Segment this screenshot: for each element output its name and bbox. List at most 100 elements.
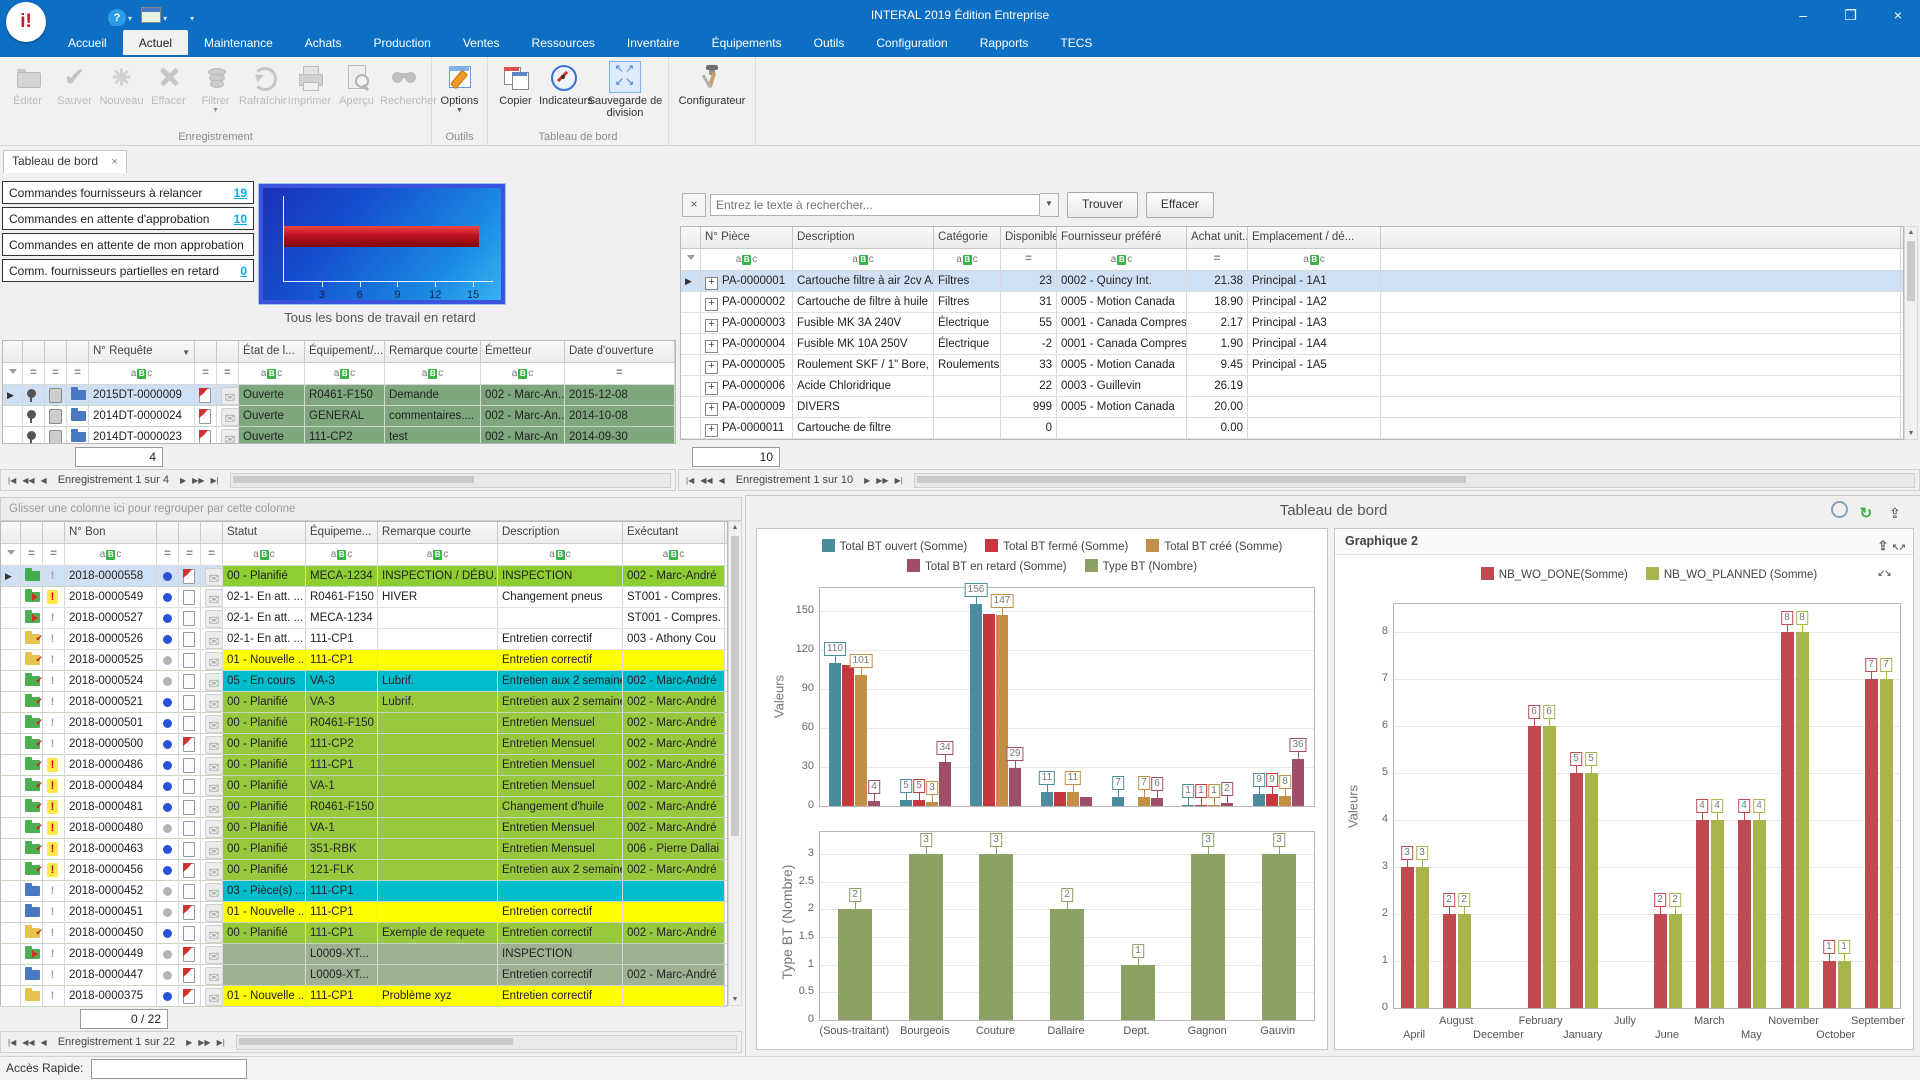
workorder-number[interactable]: 2018-0000526 <box>65 629 157 649</box>
cell[interactable] <box>1381 376 1901 396</box>
row-indicator[interactable] <box>1 629 21 649</box>
workorder-status[interactable]: 00 - Planifié <box>223 860 306 880</box>
column-header[interactable] <box>23 341 45 362</box>
part-description[interactable]: Roulement SKF / 1" Bore, B... <box>793 355 934 375</box>
nav-button[interactable]: ◀◀ <box>700 476 712 485</box>
workorder-number[interactable]: 2018-0000452 <box>65 881 157 901</box>
cell[interactable]: ! <box>43 818 65 838</box>
part-location[interactable]: Principal - 1A3 <box>1248 313 1381 333</box>
workorder-status[interactable]: 01 - Nouvelle ... <box>223 902 306 922</box>
table-row[interactable]: +PA-0000004Fusible MK 10A 250VÉlectrique… <box>681 334 1903 355</box>
nav-button[interactable]: ▶ <box>864 476 870 485</box>
workorder-status[interactable] <box>223 965 306 985</box>
filter-cell[interactable]: = <box>23 363 45 384</box>
ribbon-button-configurateur[interactable]: Configurateur <box>673 59 751 126</box>
row-indicator[interactable] <box>681 355 701 375</box>
row-indicator[interactable] <box>1 587 21 607</box>
column-header[interactable]: Exécutant <box>623 522 725 543</box>
row-indicator[interactable] <box>1 902 21 922</box>
part-category[interactable]: Roulements <box>934 355 1001 375</box>
table-row[interactable]: !2018-0000450✉00 - Planifié111-CP1Exempl… <box>1 923 727 944</box>
workorder-equipment[interactable]: R0461-F150 <box>306 713 378 733</box>
workorder-description[interactable]: Entretien aux 2 semaines <box>498 860 623 880</box>
part-unit-cost[interactable]: 26.19 <box>1187 376 1248 396</box>
part-available[interactable]: -2 <box>1001 334 1057 354</box>
part-location[interactable] <box>1248 397 1381 417</box>
workorder-remark[interactable]: Exemple de requete <box>378 923 498 943</box>
workorder-description[interactable]: Entretien correctif <box>498 986 623 1006</box>
cell[interactable]: ! <box>43 608 65 628</box>
cell[interactable]: ✉ <box>201 776 223 796</box>
filter-cell[interactable]: = <box>195 363 217 384</box>
workorder-description[interactable]: Entretien Mensuel <box>498 755 623 775</box>
workorder-description[interactable]: Entretien aux 2 semaines <box>498 692 623 712</box>
table-row[interactable]: !2018-0000525✉01 - Nouvelle ...111-CP1En… <box>1 650 727 671</box>
clear-button[interactable]: Effacer <box>1146 192 1214 218</box>
table-row[interactable]: !2018-0000527✉02-1- En att. ...MECA-1234… <box>1 608 727 629</box>
request-number[interactable]: 2014DT-0000023 <box>89 427 195 443</box>
workorder-description[interactable]: Entretien correctif <box>498 902 623 922</box>
workorder-executor[interactable]: 006 - Pierre Dallai <box>623 839 725 859</box>
cell[interactable] <box>67 427 89 443</box>
workorder-executor[interactable] <box>623 881 725 901</box>
row-indicator[interactable] <box>1 965 21 985</box>
filter-cell[interactable]: aBc <box>623 544 725 565</box>
cell[interactable]: ! <box>43 860 65 880</box>
cell[interactable] <box>179 923 201 943</box>
workorder-number[interactable]: 2018-0000524 <box>65 671 157 691</box>
part-unit-cost[interactable]: 21.38 <box>1187 271 1248 291</box>
expand-icon[interactable]: + <box>705 277 718 290</box>
cell[interactable] <box>179 650 201 670</box>
row-indicator[interactable] <box>1 818 21 838</box>
workorder-description[interactable]: Entretien aux 2 semaines <box>498 671 623 691</box>
cell[interactable] <box>21 566 43 586</box>
ribbon-button-copier[interactable]: Copier <box>492 59 539 126</box>
workorder-remark[interactable]: INSPECTION / DÉBU... <box>378 566 498 586</box>
workorder-number[interactable]: 2018-0000447 <box>65 965 157 985</box>
filter-cell[interactable]: = <box>67 363 89 384</box>
cell[interactable] <box>157 566 179 586</box>
workorder-remark[interactable] <box>378 776 498 796</box>
cell[interactable] <box>179 629 201 649</box>
workorder-executor[interactable]: 002 - Marc-André <box>623 566 725 586</box>
part-number[interactable]: +PA-0000003 <box>701 313 793 333</box>
request-remark[interactable]: test <box>385 427 481 443</box>
workorder-equipment[interactable]: VA-1 <box>306 818 378 838</box>
ribbon-tab-ressources[interactable]: Ressources <box>516 30 611 55</box>
cell[interactable] <box>179 986 201 1006</box>
filter-cell[interactable]: = <box>21 544 43 565</box>
ribbon-tab-production[interactable]: Production <box>357 30 446 55</box>
tab-tableau-de-bord[interactable]: Tableau de bord × <box>3 150 127 173</box>
request-equipment[interactable]: GENERAL <box>305 406 385 426</box>
row-indicator[interactable] <box>1 713 21 733</box>
workorder-status[interactable]: 00 - Planifié <box>223 692 306 712</box>
column-header[interactable]: Date d'ouverture <box>565 341 675 362</box>
cell[interactable] <box>21 986 43 1006</box>
workorder-executor[interactable]: 002 - Marc-André <box>623 692 725 712</box>
row-indicator[interactable] <box>681 313 701 333</box>
request-number[interactable]: 2015DT-0000009 <box>89 385 195 405</box>
cell[interactable] <box>21 713 43 733</box>
workorder-number[interactable]: 2018-0000480 <box>65 818 157 838</box>
filter-cell[interactable] <box>681 249 701 270</box>
column-header[interactable]: Équipeme... <box>306 522 378 543</box>
workorder-status[interactable]: 00 - Planifié <box>223 566 306 586</box>
column-header[interactable] <box>3 341 23 362</box>
cell[interactable] <box>21 671 43 691</box>
cell[interactable] <box>21 881 43 901</box>
kpi-item[interactable]: Comm. fournisseurs partielles en retard0 <box>2 259 254 282</box>
table-row[interactable]: 2014DT-0000024✉OuverteGENERALcommentaire… <box>3 406 675 427</box>
workorder-number[interactable]: 2018-0000375 <box>65 986 157 1006</box>
column-header[interactable]: Remarque courte <box>378 522 498 543</box>
table-row[interactable]: !2018-0000500✉00 - Planifié111-CP2Entret… <box>1 734 727 755</box>
filter-cell[interactable]: aBc <box>701 249 793 270</box>
workorder-description[interactable]: Entretien Mensuel <box>498 776 623 796</box>
row-indicator[interactable] <box>1 797 21 817</box>
cell[interactable] <box>179 797 201 817</box>
column-header[interactable]: Fournisseur préféré <box>1057 227 1187 248</box>
workorders-scrollbar[interactable]: ▲▼ <box>728 521 742 1006</box>
row-indicator[interactable] <box>3 427 23 443</box>
cell[interactable] <box>1381 292 1901 312</box>
find-button[interactable]: Trouver <box>1067 192 1138 218</box>
part-location[interactable]: Principal - 1A4 <box>1248 334 1381 354</box>
